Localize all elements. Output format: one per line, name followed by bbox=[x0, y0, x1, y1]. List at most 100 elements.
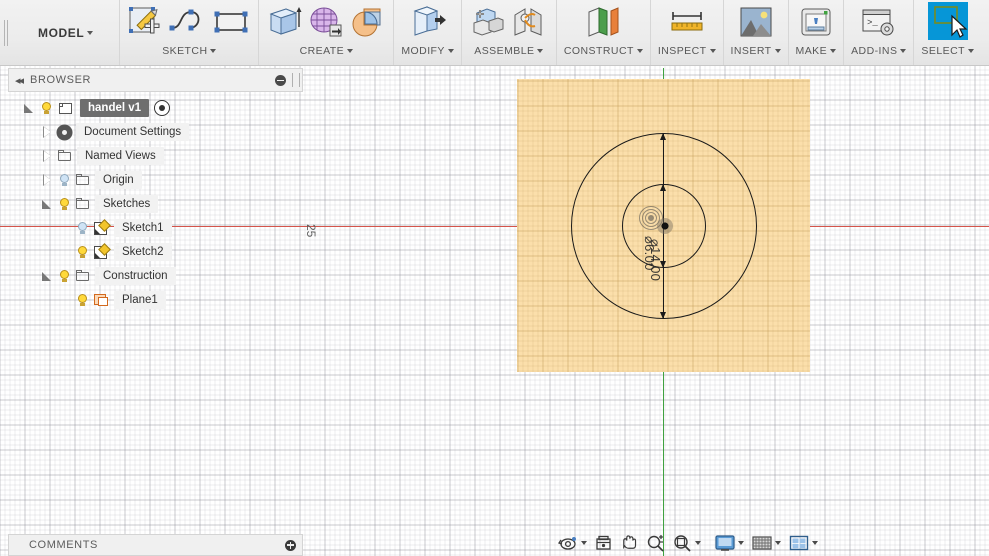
expand-toggle-icon[interactable] bbox=[40, 149, 54, 163]
chevron-down-icon[interactable] bbox=[636, 49, 643, 53]
circle-minus-icon[interactable] bbox=[275, 74, 286, 86]
ribbon-group-insert: INSERT bbox=[722, 0, 788, 65]
chevron-down-icon[interactable] bbox=[900, 49, 907, 53]
measure-icon[interactable] bbox=[667, 5, 707, 44]
ribbon-label-insert: INSERT bbox=[730, 45, 772, 57]
expand-toggle-icon[interactable] bbox=[22, 101, 36, 115]
ribbon-group-construct: CONSTRUCT bbox=[555, 0, 650, 65]
workspace-selector[interactable]: MODEL bbox=[12, 0, 119, 65]
zoom-window-button[interactable] bbox=[671, 533, 703, 553]
select-cursor-icon[interactable] bbox=[926, 1, 970, 47]
chevron-down-icon[interactable] bbox=[967, 49, 974, 53]
chevron-down-icon[interactable] bbox=[537, 49, 544, 53]
new-component-icon[interactable] bbox=[469, 5, 505, 44]
expand-toggle-icon[interactable] bbox=[40, 197, 54, 211]
sketch-icon bbox=[93, 242, 111, 260]
chevron-down-icon[interactable] bbox=[812, 541, 818, 545]
ribbon-group-sketch: SKETCH bbox=[119, 0, 258, 65]
double-chevron-left-icon[interactable]: ◂◂ bbox=[15, 74, 24, 87]
ribbon-group-create: CREATE bbox=[258, 0, 393, 65]
gear-icon bbox=[57, 125, 72, 140]
chevron-down-icon[interactable] bbox=[695, 541, 701, 545]
orbit-button[interactable] bbox=[556, 533, 589, 553]
panel-resize-grip[interactable] bbox=[292, 73, 300, 87]
pan-button[interactable] bbox=[618, 533, 641, 553]
plane-icon bbox=[93, 293, 110, 308]
expand-toggle-icon[interactable] bbox=[40, 173, 54, 187]
tree-item-origin[interactable]: Origin bbox=[8, 168, 303, 192]
chevron-down-icon[interactable] bbox=[210, 49, 217, 53]
tree-item-handel-v1[interactable]: handel v1 bbox=[8, 96, 303, 120]
chevron-down-icon[interactable] bbox=[447, 49, 454, 53]
workspace-label: MODEL bbox=[38, 25, 85, 40]
ribbon-label-construct: CONSTRUCT bbox=[563, 45, 634, 57]
scripts-addins-icon[interactable]: >_ bbox=[860, 5, 898, 44]
svg-text:>_: >_ bbox=[867, 18, 878, 28]
expand-toggle-icon[interactable] bbox=[40, 125, 54, 139]
expand-toggle-icon[interactable] bbox=[40, 269, 54, 283]
ribbon-label-select: SELECT bbox=[921, 45, 965, 57]
chevron-down-icon[interactable] bbox=[87, 30, 94, 35]
chevron-down-icon[interactable] bbox=[830, 49, 837, 53]
rectangle-icon[interactable] bbox=[213, 6, 251, 43]
zoom-button[interactable] bbox=[644, 533, 668, 553]
3d-print-icon[interactable] bbox=[798, 5, 834, 44]
tree-item-plane1[interactable]: Plane1 bbox=[8, 288, 303, 312]
folder-icon bbox=[57, 149, 73, 163]
navigation-bar bbox=[556, 533, 820, 553]
tree-item-label: handel v1 bbox=[80, 99, 150, 117]
chevron-down-icon[interactable] bbox=[738, 541, 744, 545]
tree-item-sketch2[interactable]: Sketch2 bbox=[8, 240, 303, 264]
tree-item-construction[interactable]: Construction bbox=[8, 264, 303, 288]
offset-plane-icon[interactable] bbox=[584, 5, 622, 44]
create-sketch-icon[interactable] bbox=[127, 5, 163, 44]
tree-item-named-views[interactable]: Named Views bbox=[8, 144, 303, 168]
display-settings-button[interactable] bbox=[712, 533, 746, 553]
visibility-bulb-icon[interactable] bbox=[57, 197, 72, 212]
visibility-bulb-icon[interactable] bbox=[57, 269, 72, 284]
visibility-bulb-icon[interactable] bbox=[75, 221, 90, 236]
visibility-bulb-icon[interactable] bbox=[39, 101, 54, 116]
joint-icon[interactable] bbox=[511, 5, 549, 44]
ribbon-group-select: SELECT bbox=[913, 0, 981, 65]
visibility-bulb-icon[interactable] bbox=[57, 173, 72, 188]
eye-icon[interactable] bbox=[154, 100, 171, 116]
chevron-down-icon[interactable] bbox=[774, 49, 781, 53]
folder-icon bbox=[75, 269, 91, 283]
ribbon-label-addins: ADD-INS bbox=[851, 45, 898, 57]
chevron-down-icon[interactable] bbox=[775, 541, 781, 545]
tree-item-sketch1[interactable]: Sketch1 bbox=[8, 216, 303, 240]
press-pull-icon[interactable] bbox=[409, 5, 447, 44]
grid-snaps-button[interactable] bbox=[749, 533, 783, 553]
ribbon-group-make: MAKE bbox=[787, 0, 844, 65]
ribbon-grip[interactable] bbox=[0, 0, 12, 65]
tree-item-label: Plane1 bbox=[114, 291, 166, 309]
box-mesh-icon[interactable] bbox=[308, 5, 344, 44]
ribbon-label-make: MAKE bbox=[795, 45, 828, 57]
chevron-down-icon[interactable] bbox=[347, 49, 354, 53]
tree-item-sketches[interactable]: Sketches bbox=[8, 192, 303, 216]
comments-panel-header[interactable]: COMMENTS bbox=[8, 534, 303, 556]
look-at-button[interactable] bbox=[592, 533, 615, 553]
visibility-bulb-icon[interactable] bbox=[75, 245, 90, 260]
chevron-down-icon[interactable] bbox=[709, 49, 716, 53]
extrude-icon[interactable] bbox=[266, 5, 302, 44]
spline-icon[interactable] bbox=[169, 6, 207, 43]
viewports-button[interactable] bbox=[786, 533, 820, 553]
circle-plus-icon[interactable] bbox=[285, 539, 296, 551]
outer-dim-arrow-top bbox=[659, 133, 666, 140]
ribbon-label-inspect: INSPECT bbox=[657, 45, 707, 57]
chevron-down-icon[interactable] bbox=[581, 541, 587, 545]
revolve-icon[interactable] bbox=[350, 5, 386, 44]
outer-diameter-label[interactable]: ⌀14.00 bbox=[647, 239, 663, 281]
outer-dim-arrow-bottom bbox=[659, 312, 666, 319]
insert-image-icon[interactable] bbox=[738, 5, 774, 44]
sketch-center-point[interactable] bbox=[657, 218, 673, 234]
ribbon-group-addins: >_ ADD-INS bbox=[843, 0, 913, 65]
visibility-bulb-icon[interactable] bbox=[75, 293, 90, 308]
tree-item-document-settings[interactable]: Document Settings bbox=[8, 120, 303, 144]
grid-scale-label: 25 bbox=[304, 224, 318, 238]
comments-title: COMMENTS bbox=[29, 539, 98, 551]
top-ribbon-toolbar: MODEL SKETCH CREATE MODIFY ASSEMBLE CONS… bbox=[0, 0, 989, 66]
